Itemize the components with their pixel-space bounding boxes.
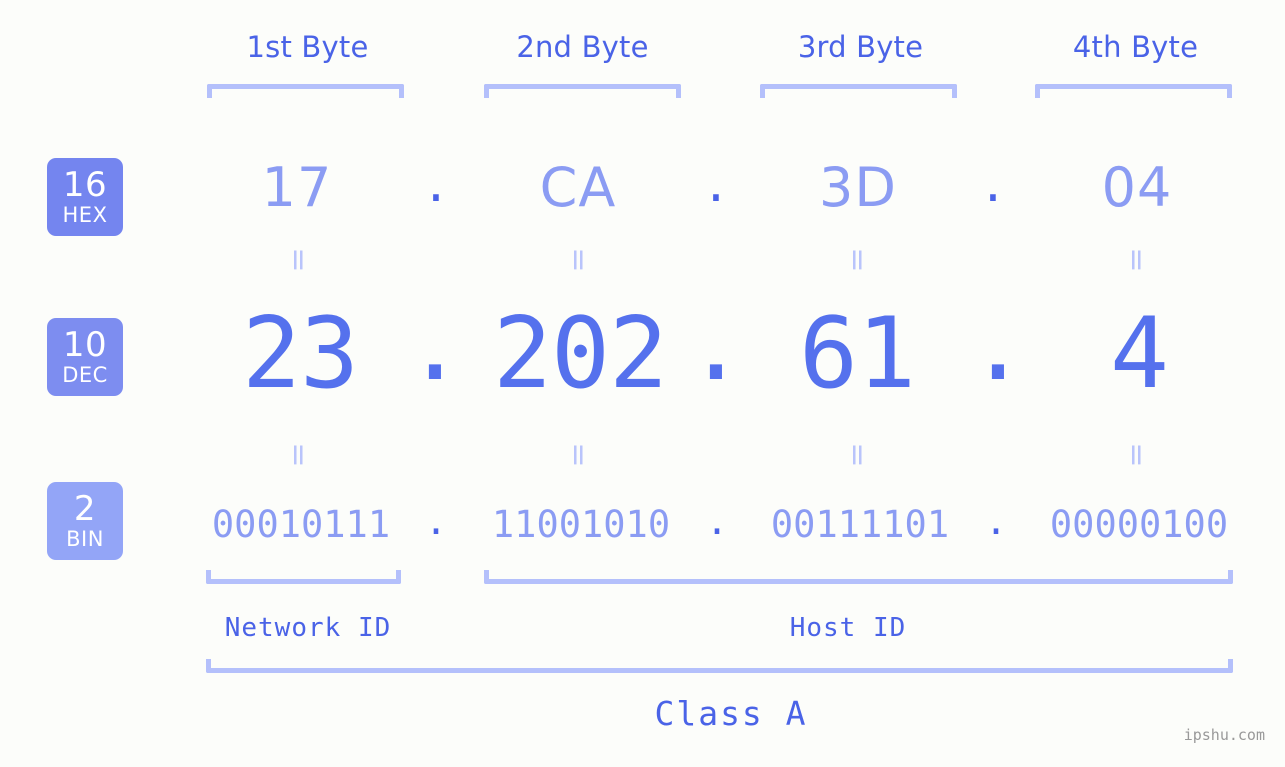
hex-separator-3: . — [984, 151, 1002, 214]
base-badge-bin: 2 BIN — [47, 482, 123, 560]
dec-byte-3: 61 — [798, 297, 916, 411]
dec-byte-1: 23 — [241, 297, 359, 411]
hex-byte-4: 04 — [1101, 156, 1173, 219]
base-badge-dec: 10 DEC — [47, 318, 123, 396]
byte-label-4: 4th Byte — [1072, 30, 1199, 64]
dec-byte-2: 202 — [492, 297, 668, 411]
byte-bracket-4 — [1035, 84, 1232, 98]
base-badge-bin-abbr: BIN — [66, 527, 104, 551]
host-id-label: Host ID — [789, 613, 907, 643]
base-badge-hex: 16 HEX — [47, 158, 123, 236]
byte-bracket-3 — [760, 84, 957, 98]
class-label: Class A — [654, 694, 808, 733]
network-id-label: Network ID — [224, 613, 392, 643]
base-badge-hex-number: 16 — [62, 165, 108, 205]
bin-separator-3: . — [984, 500, 1008, 543]
hex-byte-3: 3D — [819, 156, 897, 219]
bin-separator-2: . — [705, 500, 729, 543]
hex-separator-1: . — [427, 151, 445, 214]
bin-byte-1: 00010111 — [211, 503, 391, 546]
equals-mark-hex-dec-1: = — [281, 247, 316, 273]
site-watermark: ipshu.com — [1183, 726, 1265, 744]
bin-byte-3: 00111101 — [770, 503, 950, 546]
hex-separator-2: . — [707, 151, 725, 214]
bin-byte-2: 11001010 — [491, 503, 671, 546]
dec-separator-1: . — [405, 289, 465, 403]
base-badge-dec-number: 10 — [62, 325, 108, 365]
dec-separator-3: . — [968, 289, 1028, 403]
byte-label-2: 2nd Byte — [516, 30, 649, 64]
network-id-bracket — [206, 570, 401, 584]
dec-byte-4: 4 — [1109, 297, 1169, 411]
hex-byte-2: CA — [539, 156, 617, 219]
bin-byte-4: 00000100 — [1049, 503, 1229, 546]
hex-byte-1: 17 — [261, 156, 333, 219]
equals-mark-dec-bin-1: = — [281, 442, 316, 468]
equals-mark-dec-bin-2: = — [561, 442, 596, 468]
base-badge-hex-abbr: HEX — [62, 203, 108, 227]
host-id-bracket — [484, 570, 1233, 584]
bin-separator-1: . — [424, 500, 448, 543]
byte-label-1: 1st Byte — [246, 30, 369, 64]
ip-breakdown-diagram: 1st Byte 2nd Byte 3rd Byte 4th Byte 16 H… — [0, 0, 1285, 767]
base-badge-dec-abbr: DEC — [62, 363, 108, 387]
class-bracket — [206, 659, 1233, 673]
equals-mark-dec-bin-3: = — [840, 442, 875, 468]
base-badge-bin-number: 2 — [73, 489, 97, 529]
equals-mark-dec-bin-4: = — [1119, 442, 1154, 468]
byte-bracket-1 — [207, 84, 404, 98]
byte-bracket-2 — [484, 84, 681, 98]
equals-mark-hex-dec-3: = — [840, 247, 875, 273]
equals-mark-hex-dec-4: = — [1119, 247, 1154, 273]
byte-label-3: 3rd Byte — [797, 30, 924, 64]
equals-mark-hex-dec-2: = — [561, 247, 596, 273]
dec-separator-2: . — [686, 289, 746, 403]
